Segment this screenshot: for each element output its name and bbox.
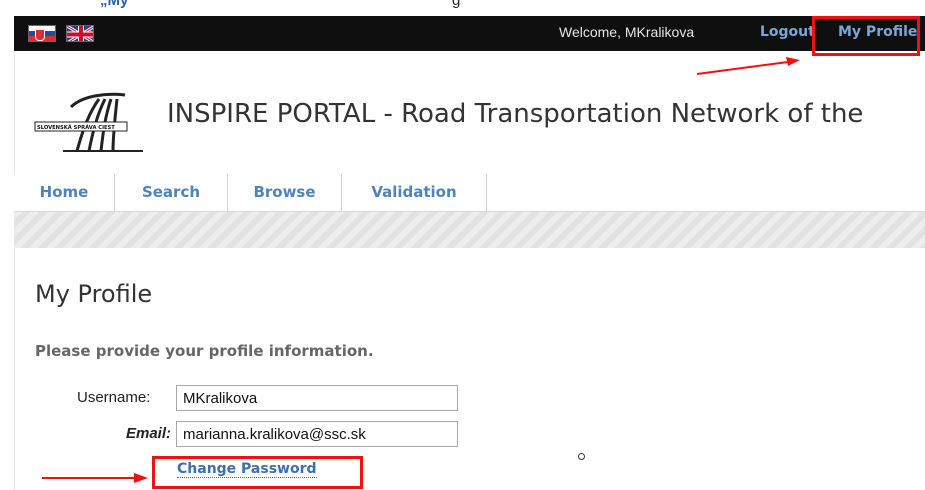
arrow-to-my-profile (696, 57, 800, 75)
arrow-to-change-password (42, 473, 148, 483)
annotation-arrows (42, 57, 800, 483)
